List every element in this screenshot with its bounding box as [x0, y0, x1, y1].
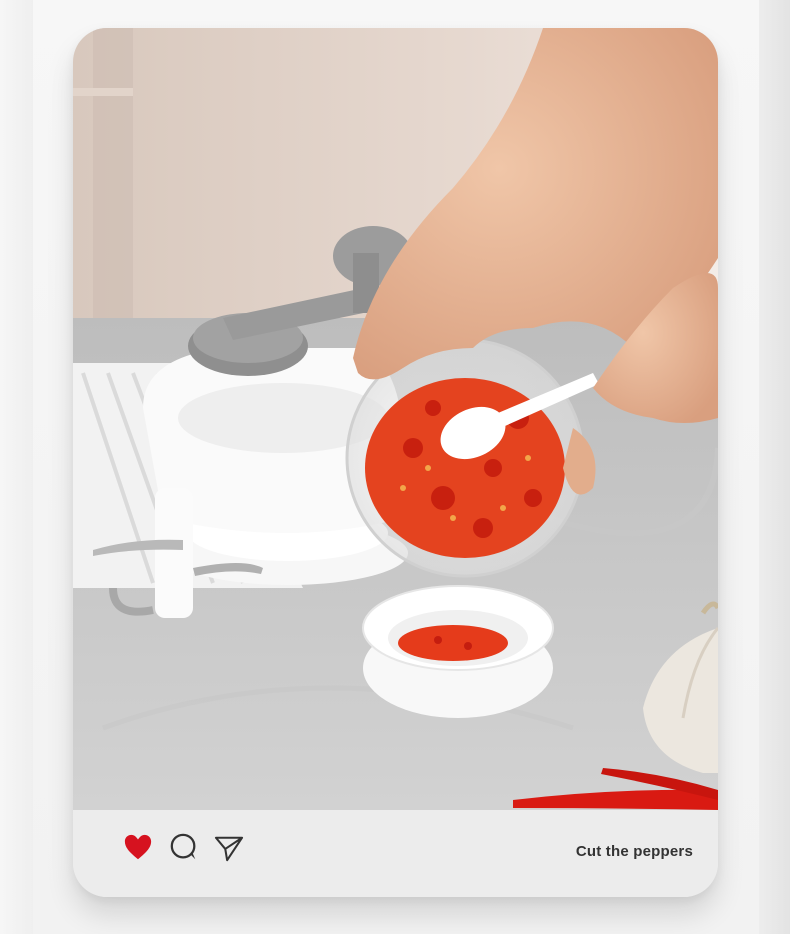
post-image	[73, 28, 718, 810]
post-caption: Cut the peppers	[575, 843, 693, 860]
background-strip-right	[758, 0, 790, 934]
background-strip-left	[0, 0, 34, 934]
send-icon[interactable]	[214, 834, 244, 862]
post-card: Cut the peppers	[73, 28, 718, 897]
post-footer: Cut the peppers	[73, 810, 718, 897]
heart-icon[interactable]	[123, 832, 153, 862]
comment-icon[interactable]	[169, 832, 199, 862]
